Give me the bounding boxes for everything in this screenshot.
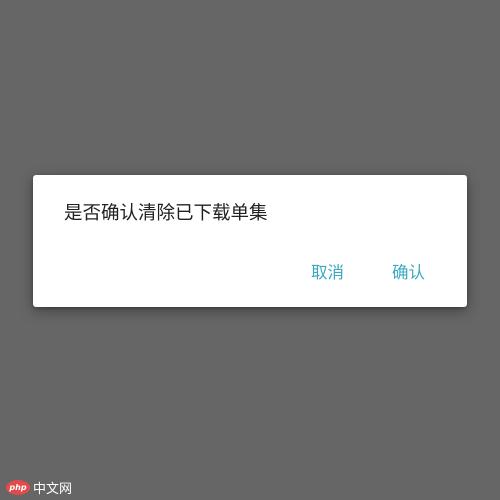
watermark: php 中文网 (6, 478, 73, 497)
confirm-dialog: 是否确认清除已下载单集 取消 确认 (33, 175, 467, 307)
php-logo-icon: php (6, 479, 30, 495)
watermark-text: 中文网 (33, 481, 73, 497)
dialog-actions: 取消 确认 (33, 259, 467, 287)
dialog-message: 是否确认清除已下载单集 (64, 203, 268, 224)
confirm-button[interactable]: 确认 (388, 259, 429, 287)
cancel-button[interactable]: 取消 (307, 259, 348, 287)
